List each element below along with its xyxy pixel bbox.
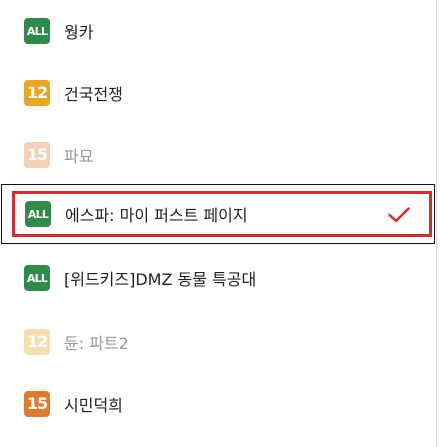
rating-all-icon: ALL — [24, 18, 50, 44]
movie-item-dune-part2[interactable]: 12 듄: 파트2 — [0, 311, 436, 373]
movie-title: 파묘 — [64, 147, 94, 166]
rating-12-icon: 12 — [24, 80, 50, 106]
movie-title: 듄: 파트2 — [64, 334, 129, 353]
rating-all-icon: ALL — [24, 265, 50, 291]
movie-item-aespa-selected[interactable]: ALL 에스파: 마이 퍼스트 페이지 — [1, 184, 435, 244]
movie-title: 웡카 — [64, 23, 94, 42]
rating-12-icon: 12 — [24, 329, 50, 355]
movie-title: [위드키즈]DMZ 동물 특공대 — [64, 270, 257, 289]
scrollbar-track[interactable] — [436, 0, 437, 447]
rating-15-icon: 15 — [24, 391, 50, 417]
movie-title: 건국전쟁 — [64, 85, 123, 104]
movie-title: 시민덕희 — [64, 396, 123, 415]
movie-item-wonka[interactable]: ALL 웡카 — [0, 0, 436, 62]
rating-15-icon: 15 — [24, 142, 50, 168]
movie-title: 에스파: 마이 퍼스트 페이지 — [65, 206, 248, 225]
movie-item-exhuma[interactable]: 15 파묘 — [0, 124, 436, 186]
movie-item-dmz-animals[interactable]: ALL [위드키즈]DMZ 동물 특공대 — [0, 247, 436, 309]
check-icon — [388, 207, 410, 223]
rating-all-icon: ALL — [25, 201, 51, 227]
movie-item-citizen-deokhee[interactable]: 15 시민덕희 — [0, 373, 436, 435]
movie-item-founding-war[interactable]: 12 건국전쟁 — [0, 62, 436, 124]
